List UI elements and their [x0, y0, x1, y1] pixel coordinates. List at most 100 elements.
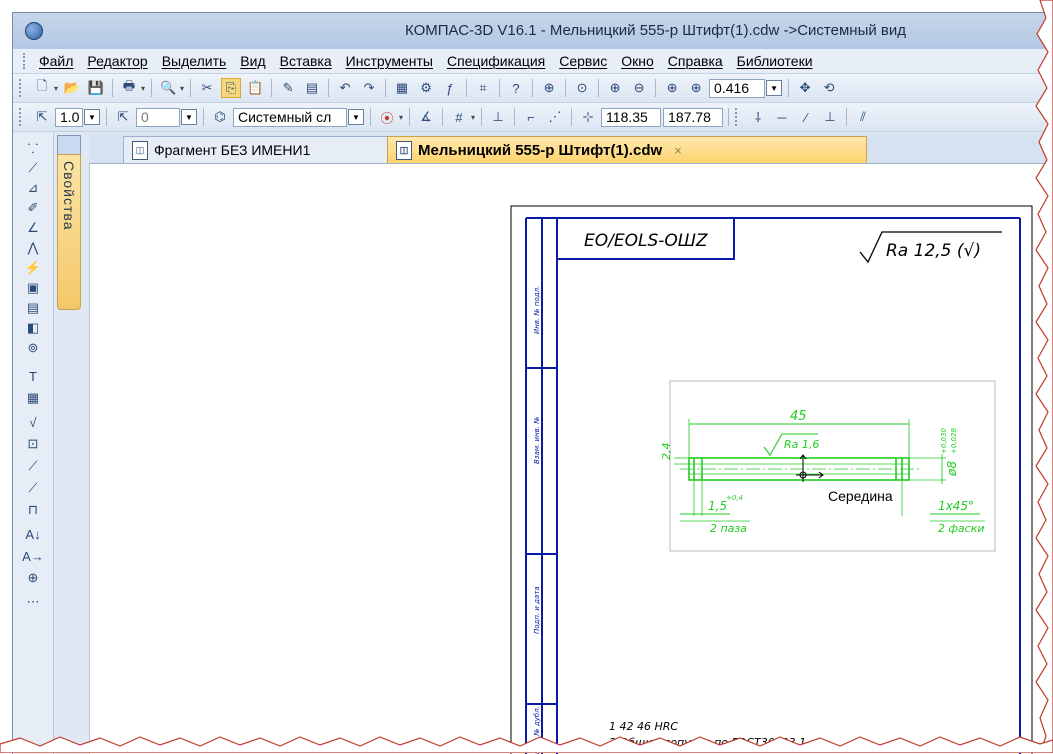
- print-icon[interactable]: 🖶: [119, 78, 139, 98]
- properties-icon[interactable]: ▤: [302, 78, 322, 98]
- menu-editor[interactable]: Редактор: [87, 53, 147, 69]
- drawing-canvas[interactable]: Инв. № подл. Взам. инв. № Подп. и дата И…: [89, 164, 1053, 754]
- line-icon[interactable]: ─: [772, 107, 792, 127]
- menu-service[interactable]: Сервис: [559, 53, 607, 69]
- measure-icon[interactable]: ⋀: [24, 239, 42, 257]
- open-folder-icon[interactable]: 📂: [62, 78, 82, 98]
- ortho-icon[interactable]: ∡: [416, 107, 436, 127]
- view-dropdown[interactable]: ▼: [348, 109, 364, 125]
- menu-tools[interactable]: Инструменты: [346, 53, 433, 69]
- chevron-down-icon[interactable]: ▾: [471, 113, 475, 122]
- separator: [598, 79, 600, 97]
- zoom-input[interactable]: 0.416: [709, 78, 766, 98]
- select-icon[interactable]: ⚡: [24, 259, 42, 277]
- brand-icon[interactable]: ⊓: [24, 501, 42, 519]
- step-dropdown[interactable]: ▼: [181, 109, 197, 125]
- dimensions-icon[interactable]: ⟋: [24, 159, 42, 177]
- orthogonal-icon[interactable]: ⌐: [521, 107, 541, 127]
- calculator-icon[interactable]: ⌗: [473, 78, 493, 98]
- app-logo-icon[interactable]: [25, 22, 43, 40]
- properties-panel-tab[interactable]: Свойства: [57, 154, 81, 310]
- geometry-icon[interactable]: ⸪: [24, 139, 42, 157]
- menu-specification[interactable]: Спецификация: [447, 53, 545, 69]
- text-arrow-icon[interactable]: A→: [22, 547, 44, 565]
- roughness-icon[interactable]: √: [24, 413, 42, 431]
- line-width-dropdown[interactable]: ▼: [84, 109, 100, 125]
- notation-icon[interactable]: ⊿: [24, 179, 42, 197]
- edit-icon[interactable]: ✐: [24, 199, 42, 217]
- layer-icon[interactable]: ⌬: [210, 107, 230, 127]
- zoom-previous-icon[interactable]: ⊙: [572, 78, 592, 98]
- grid-step-icon[interactable]: ⇱: [32, 107, 52, 127]
- library-manager-icon[interactable]: ⚙: [416, 78, 436, 98]
- line-width-input[interactable]: 1.0: [55, 107, 83, 127]
- toolbar-grip[interactable]: [19, 79, 24, 97]
- menu-help[interactable]: Справка: [668, 53, 723, 69]
- spec-icon[interactable]: ▤: [24, 299, 42, 317]
- print-preview-icon[interactable]: 🔍: [158, 78, 178, 98]
- toolbar-grip[interactable]: [735, 108, 740, 126]
- zoom-window-icon[interactable]: ⊕: [539, 78, 559, 98]
- round-icon[interactable]: ⋰: [545, 107, 565, 127]
- coord-y-input[interactable]: 187.78: [663, 107, 724, 127]
- copy-icon[interactable]: ⎘: [221, 78, 242, 98]
- chevron-down-icon[interactable]: ▾: [399, 113, 403, 122]
- menu-select[interactable]: Выделить: [162, 53, 227, 69]
- paste-icon[interactable]: 📋: [245, 78, 265, 98]
- menu-grip[interactable]: [23, 53, 29, 69]
- table-icon[interactable]: ▦: [24, 389, 42, 407]
- undo-icon[interactable]: ↶: [335, 78, 355, 98]
- properties-toggle-button[interactable]: [57, 135, 81, 155]
- slope-line-icon[interactable]: ⁄: [796, 107, 816, 127]
- close-tab-icon[interactable]: ×: [674, 143, 682, 158]
- refresh-icon[interactable]: ⟲: [819, 78, 839, 98]
- chevron-down-icon[interactable]: ▾: [54, 84, 58, 93]
- toolbar-grip[interactable]: [19, 108, 24, 126]
- menu-insert[interactable]: Вставка: [280, 53, 332, 69]
- copy-properties-icon[interactable]: ✎: [278, 78, 298, 98]
- zoom-dynamic-icon[interactable]: ⊕: [662, 78, 682, 98]
- step-input[interactable]: 0: [136, 107, 180, 127]
- more-icon[interactable]: ⋯: [24, 593, 42, 611]
- view-select[interactable]: Системный сл: [233, 107, 347, 127]
- zoom-dropdown-button[interactable]: ▼: [766, 80, 783, 96]
- coord-x-input[interactable]: 118.35: [601, 107, 662, 127]
- manager-icon[interactable]: ▦: [392, 78, 412, 98]
- chevron-down-icon[interactable]: ▾: [180, 84, 184, 93]
- chevron-down-icon[interactable]: ▾: [141, 84, 145, 93]
- separator: [328, 79, 330, 97]
- menu-file[interactable]: Файл: [39, 53, 73, 69]
- menu-view[interactable]: Вид: [240, 53, 265, 69]
- leader-icon[interactable]: ⟋: [24, 457, 42, 475]
- snap-icon[interactable]: ⦿: [377, 107, 397, 127]
- tab-fragment[interactable]: ◫ Фрагмент БЕЗ ИМЕНИ1: [123, 136, 389, 163]
- parametrization-icon[interactable]: ∠: [24, 219, 42, 237]
- variables-icon[interactable]: ƒ: [440, 78, 460, 98]
- pan-icon[interactable]: ✥: [795, 78, 815, 98]
- insert-icon[interactable]: ⊚: [24, 339, 42, 357]
- redo-icon[interactable]: ↷: [359, 78, 379, 98]
- reports-icon[interactable]: ◧: [24, 319, 42, 337]
- associative-views-icon[interactable]: ▣: [24, 279, 42, 297]
- menu-libraries[interactable]: Библиотеки: [737, 53, 813, 69]
- text-align-icon[interactable]: A↓: [24, 525, 42, 543]
- local-cs-icon[interactable]: ⊥: [488, 107, 508, 127]
- menu-window[interactable]: Окно: [621, 53, 654, 69]
- tab-drawing[interactable]: ◫ Мельницкий 555-р Штифт(1).cdw ×: [387, 136, 867, 163]
- base-icon[interactable]: ⊡: [24, 435, 42, 453]
- position-leader-icon[interactable]: ⟋: [24, 479, 42, 497]
- zoom-in-icon[interactable]: ⊕: [605, 78, 625, 98]
- help-pointer-icon[interactable]: ?: [506, 78, 526, 98]
- zoom-out-icon[interactable]: ⊖: [629, 78, 649, 98]
- point-icon[interactable]: ⸸: [748, 107, 768, 127]
- cut-icon[interactable]: ✂: [197, 78, 217, 98]
- text-icon[interactable]: T: [24, 367, 42, 385]
- zoom-all-icon[interactable]: ⊕: [686, 78, 706, 98]
- note-1: 1 42 46 HRC: [609, 720, 678, 733]
- cut-line-icon[interactable]: ⊕: [24, 569, 42, 587]
- tangent-icon[interactable]: ⫽: [853, 107, 873, 127]
- save-icon[interactable]: 💾: [86, 78, 106, 98]
- new-document-icon[interactable]: 🗋: [32, 78, 52, 98]
- perpendicular-icon[interactable]: ⊥: [820, 107, 840, 127]
- grid-icon[interactable]: #: [449, 107, 469, 127]
